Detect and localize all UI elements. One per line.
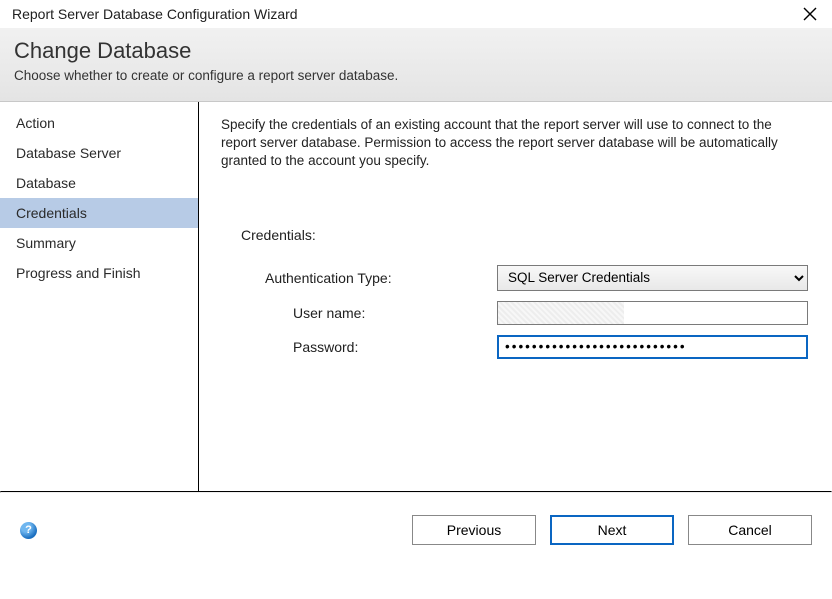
step-credentials[interactable]: Credentials bbox=[0, 198, 198, 228]
step-action[interactable]: Action bbox=[0, 108, 198, 138]
username-label: User name: bbox=[261, 305, 497, 321]
username-field[interactable] bbox=[497, 301, 808, 325]
step-summary[interactable]: Summary bbox=[0, 228, 198, 258]
step-database[interactable]: Database bbox=[0, 168, 198, 198]
step-progress-finish[interactable]: Progress and Finish bbox=[0, 258, 198, 288]
page-subtitle: Choose whether to create or configure a … bbox=[14, 68, 816, 83]
next-button[interactable]: Next bbox=[550, 515, 674, 545]
auth-type-label: Authentication Type: bbox=[261, 270, 497, 286]
wizard-header: Change Database Choose whether to create… bbox=[0, 28, 832, 102]
password-label: Password: bbox=[261, 339, 497, 355]
wizard-content: Specify the credentials of an existing a… bbox=[199, 102, 832, 491]
wizard-steps: Action Database Server Database Credenti… bbox=[0, 102, 199, 491]
help-icon[interactable]: ? bbox=[20, 522, 37, 539]
password-input[interactable] bbox=[497, 335, 808, 359]
username-input[interactable] bbox=[624, 302, 807, 324]
step-database-server[interactable]: Database Server bbox=[0, 138, 198, 168]
previous-button[interactable]: Previous bbox=[412, 515, 536, 545]
page-title: Change Database bbox=[14, 38, 816, 64]
username-redacted bbox=[498, 302, 624, 324]
cancel-button[interactable]: Cancel bbox=[688, 515, 812, 545]
credentials-section-label: Credentials: bbox=[241, 227, 808, 243]
auth-type-select[interactable]: SQL Server Credentials bbox=[497, 265, 808, 291]
window-title: Report Server Database Configuration Wiz… bbox=[12, 6, 298, 22]
instruction-text: Specify the credentials of an existing a… bbox=[221, 116, 808, 171]
close-icon[interactable] bbox=[802, 6, 818, 22]
